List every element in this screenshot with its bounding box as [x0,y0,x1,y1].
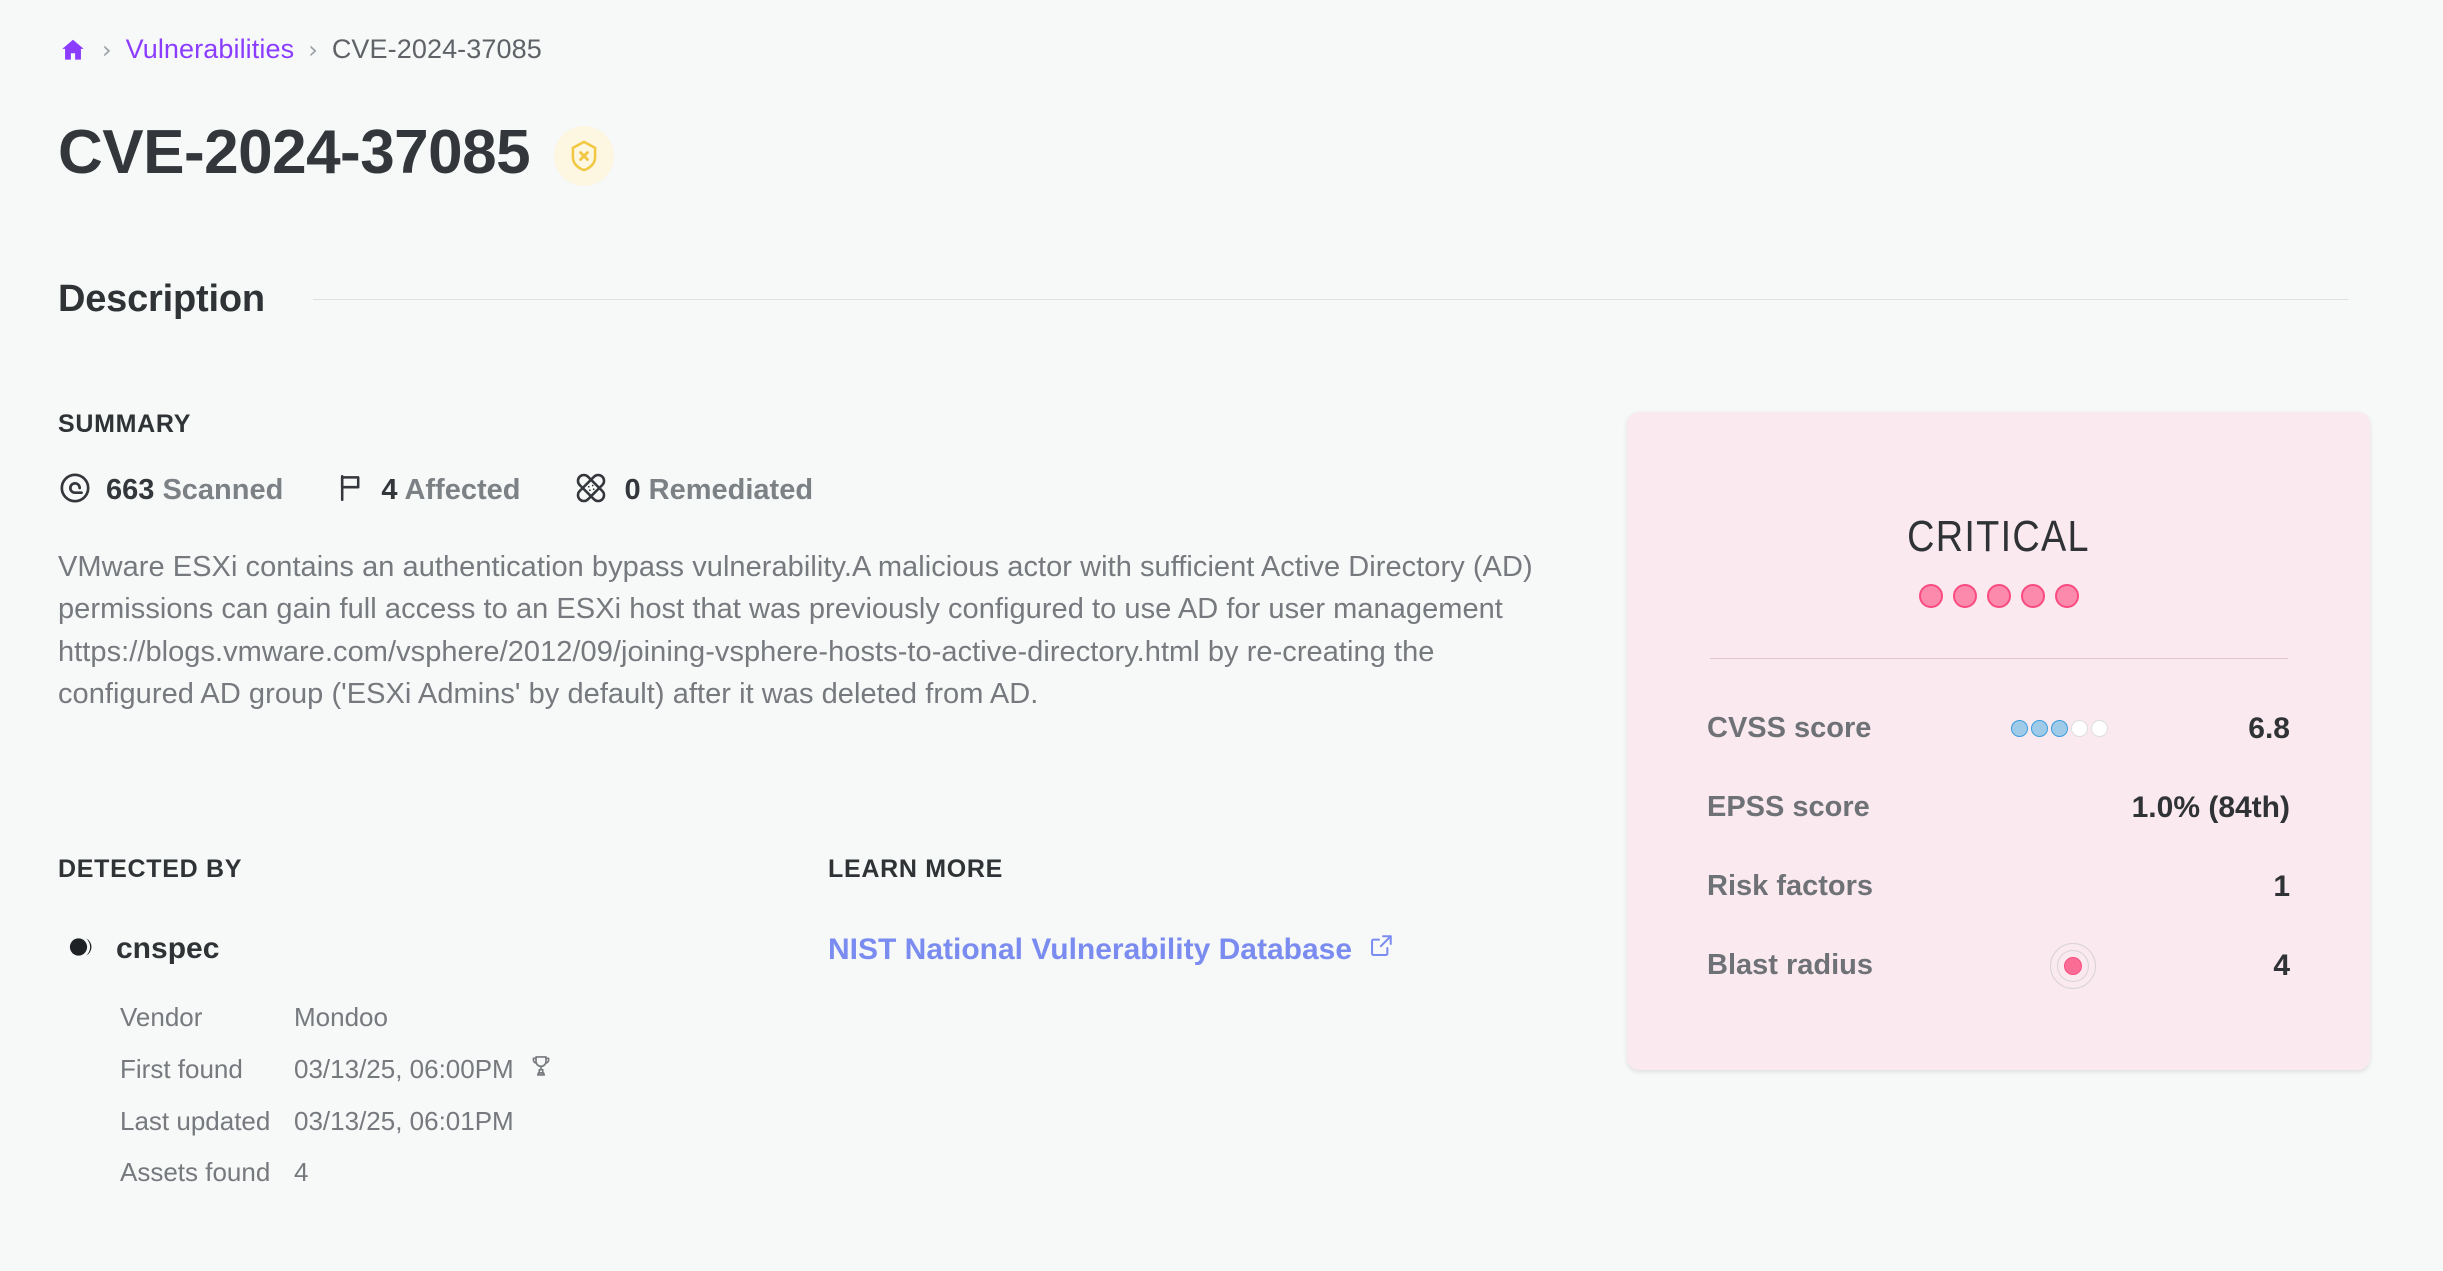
stat-scanned-text: 663 Scanned [106,474,283,507]
row-value-first-found: 03/13/25, 06:00PM [294,1054,514,1084]
breadcrumb: › Vulnerabilities › CVE-2024-37085 [58,34,542,65]
cvss-dot [2011,720,2029,737]
breadcrumb-separator-1: › [102,35,112,64]
stat-remediated: 0 Remediated [572,469,813,512]
breadcrumb-current: CVE-2024-37085 [331,34,542,64]
stat-affected-label: Affected [404,474,521,506]
cvss-dot [2071,720,2089,737]
learn-more-column: LEARN MORE NIST National Vulnerability D… [828,855,1548,1198]
cvss-dot [2051,720,2069,737]
breadcrumb-link-vulnerabilities[interactable]: Vulnerabilities [126,34,295,65]
table-row: Last updated 03/13/25, 06:01PM [58,1096,554,1147]
stat-affected-text: 4 Affected [381,474,520,507]
stat-affected: 4 Affected [335,472,520,509]
row-value-last-updated: 03/13/25, 06:01PM [294,1106,514,1136]
severity-card: CRITICAL CVSS score 6.8 EPSS score 1.0% … [1627,412,2370,1070]
summary-kicker: SUMMARY [58,410,192,438]
row-value-first-found-cell: 03/13/25, 06:00PM [294,1043,554,1096]
stat-scanned: 663 Scanned [58,471,283,510]
cvss-dot [2091,720,2109,737]
severity-dot [1918,584,1943,608]
row-key-last-updated: Last updated [120,1106,271,1136]
lower-details: DETECTED BY cnspec Vendor Mondoo First f… [58,855,1578,1198]
table-row: Vendor Mondoo [58,992,554,1043]
card-row-blast-radius-value: 4 [2273,948,2290,982]
card-row-cvss-label: CVSS score [1707,712,1872,744]
breadcrumb-separator-2: › [308,35,318,64]
severity-card-divider [1709,658,2288,659]
card-row-cvss: CVSS score 6.8 [1707,689,2290,768]
blast-radius-icon [2049,942,2097,990]
table-row: First found 03/13/25, 06:00PM [58,1043,554,1096]
cvss-meter [1871,720,2248,737]
external-link-icon [1368,932,1395,967]
blast-core [2064,956,2083,975]
stat-remediated-text: 0 Remediated [624,474,813,507]
detected-by-column: DETECTED BY cnspec Vendor Mondoo First f… [58,855,828,1198]
flag-icon [335,472,367,509]
card-row-risk-factors-label: Risk factors [1707,870,1874,902]
card-row-epss: EPSS score 1.0% (84th) [1707,768,2290,847]
stat-remediated-count: 0 [624,474,641,506]
stat-scanned-count: 663 [106,474,155,506]
severity-level-meter [1627,584,2370,608]
card-row-risk-factors-value: 1 [2273,869,2290,903]
severity-dot [2020,584,2045,608]
card-row-blast-radius: Blast radius 4 [1707,926,2290,1005]
cnspec-logo-icon [58,933,98,966]
target-scan-icon [58,471,92,510]
learn-more-kicker: LEARN MORE [828,855,1004,883]
description-section-heading: Description [58,278,2348,321]
shield-x-icon [554,126,615,186]
section-title: Description [58,278,265,320]
row-key-vendor: Vendor [120,1002,203,1032]
card-row-blast-radius-label: Blast radius [1707,949,1873,981]
trophy-icon [528,1053,554,1086]
severity-dot [1952,584,1977,608]
detected-by-tool: cnspec [58,932,828,966]
detected-by-table: Vendor Mondoo First found 03/13/25, 06:0… [58,992,554,1198]
card-row-epss-value: 1.0% (84th) [2131,790,2290,824]
section-divider [312,299,2348,300]
summary-stats: 663 Scanned 4 Affected 0 Remediated [58,469,1578,512]
stat-affected-count: 4 [381,474,398,506]
bandage-icon [572,469,610,512]
card-row-epss-label: EPSS score [1707,791,1870,823]
stat-remediated-label: Remediated [648,474,814,506]
row-value-assets-found: 4 [294,1157,309,1187]
row-key-first-found: First found [120,1054,243,1084]
page-title: CVE-2024-37085 [58,118,531,187]
severity-dot [1986,584,2011,608]
home-icon[interactable] [58,35,88,65]
learn-more-link[interactable]: NIST National Vulnerability Database [828,932,1395,967]
detected-by-tool-name: cnspec [116,932,220,965]
table-row: Assets found 4 [58,1147,554,1198]
learn-more-link-label: NIST National Vulnerability Database [828,932,1353,966]
summary-column: SUMMARY 663 Scanned 4 Affected 0 Remedia… [58,410,1578,715]
row-key-assets-found: Assets found [120,1157,271,1187]
cvss-dot [2031,720,2049,737]
row-value-vendor: Mondoo [294,1002,388,1032]
stat-scanned-label: Scanned [162,474,284,506]
card-row-risk-factors: Risk factors 1 [1707,847,2290,926]
blast-radius-meter [1873,942,2273,990]
severity-card-rows: CVSS score 6.8 EPSS score 1.0% (84th) Ri… [1627,689,2370,1005]
page-title-row: CVE-2024-37085 [58,118,615,187]
detected-by-kicker: DETECTED BY [58,855,243,883]
severity-level: CRITICAL [1907,512,2090,561]
vulnerability-description: VMware ESXi contains an authentication b… [58,551,1533,710]
severity-dot [2054,584,2079,608]
card-row-cvss-value: 6.8 [2248,711,2290,745]
vulnerability-detail-page: › Vulnerabilities › CVE-2024-37085 CVE-2… [0,0,2443,1271]
